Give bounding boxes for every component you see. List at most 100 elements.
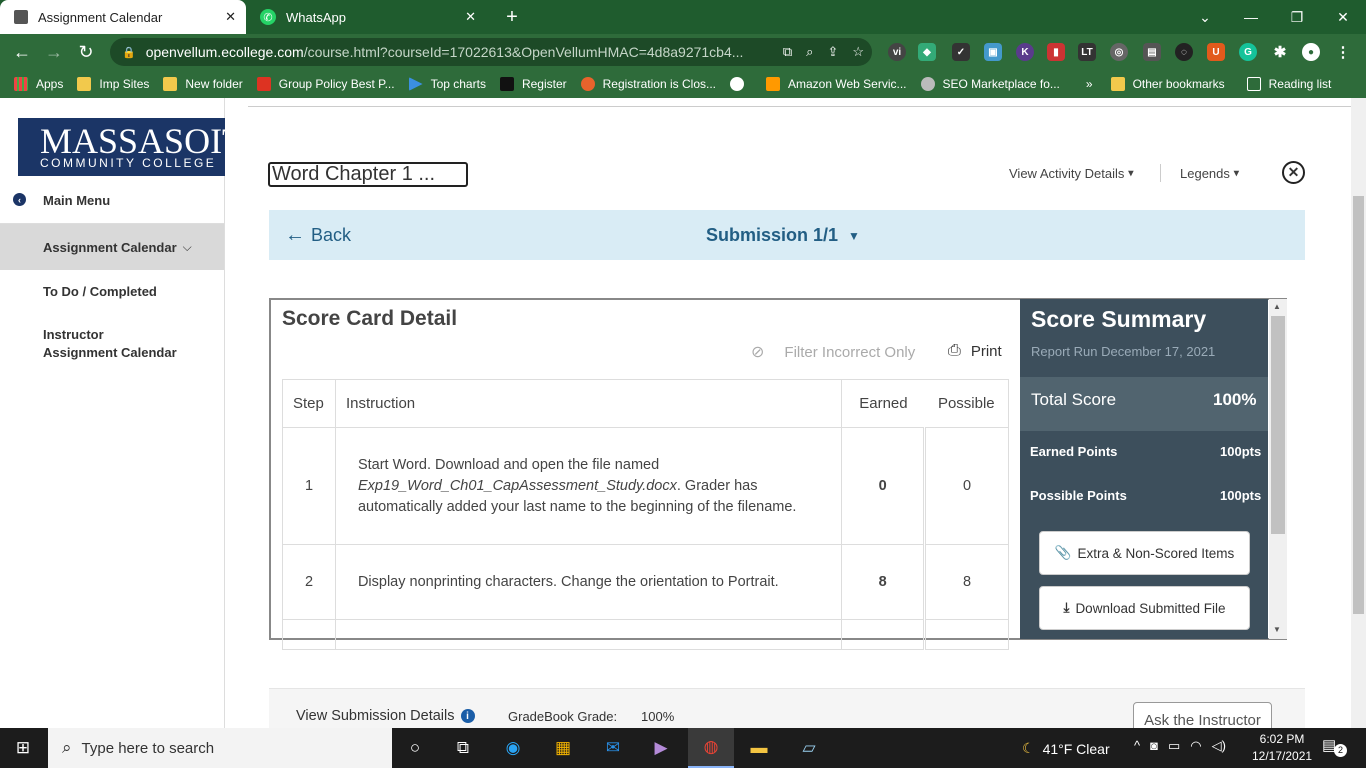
reload-icon[interactable]: ↻ xyxy=(70,36,102,68)
bookmarks-overflow[interactable]: » xyxy=(1086,77,1093,91)
print-button[interactable]: ⎙ Print xyxy=(948,342,1002,360)
wifi-icon[interactable]: ◠ xyxy=(1190,738,1201,754)
divider xyxy=(248,106,1351,107)
chrome-icon[interactable]: ◍ xyxy=(688,728,734,768)
minimize-icon[interactable]: — xyxy=(1228,0,1274,34)
back-arrow-icon[interactable]: ← xyxy=(6,36,38,68)
column-header-possible: Possible xyxy=(924,379,1009,428)
file-explorer-icon[interactable]: ▬ xyxy=(736,728,782,768)
instruction-cell: Display nonprinting characters. Change t… xyxy=(334,544,843,620)
meet-now-icon[interactable]: ◙ xyxy=(1150,738,1158,754)
sidebar-item-main-menu[interactable]: ‹ Main Menu xyxy=(0,178,224,224)
ask-instructor-button[interactable]: Ask the Instructor xyxy=(1133,702,1272,728)
view-submission-details-link[interactable]: View Submission Details i xyxy=(296,708,475,724)
close-tab-icon[interactable]: ✕ xyxy=(465,9,476,25)
tab-whatsapp[interactable]: ✆ WhatsApp ✕ xyxy=(246,0,486,34)
cortana-icon[interactable]: ○ xyxy=(392,728,438,768)
sidebar-item-todo-completed[interactable]: To Do / Completed xyxy=(0,270,224,312)
submission-selector[interactable]: Submission 1/1 ▼ xyxy=(706,225,860,246)
extensions-puzzle-icon[interactable]: ✱ xyxy=(1271,43,1289,61)
bookmark-register[interactable]: Register xyxy=(499,77,567,91)
edge-icon[interactable]: ◉ xyxy=(490,728,536,768)
bookmark-imp-sites[interactable]: Imp Sites xyxy=(77,77,149,91)
bookmark-star-icon[interactable]: ☆ xyxy=(852,44,864,60)
extension-vi-icon[interactable]: vi xyxy=(888,43,906,61)
zoom-icon[interactable]: ⌕ xyxy=(806,44,813,60)
bookmark-top-charts[interactable]: Top charts xyxy=(408,77,486,91)
extension-globe-icon[interactable]: ◎ xyxy=(1110,43,1128,61)
bookmark-seo[interactable]: SEO Marketplace fo... xyxy=(920,77,1060,91)
folder-icon xyxy=(1110,77,1125,91)
legends-link[interactable]: Legends ▾ xyxy=(1180,166,1239,181)
forward-arrow-icon[interactable]: → xyxy=(38,36,70,68)
weather-text: 41°F Clear xyxy=(1042,740,1110,757)
lock-icon: 🔒 xyxy=(122,46,136,59)
task-view-icon[interactable]: ⧉ xyxy=(440,728,486,768)
video-editor-icon[interactable]: ▶ xyxy=(638,728,684,768)
info-icon[interactable]: i xyxy=(460,709,475,723)
extra-non-scored-button[interactable]: 📎 Extra & Non-Scored Items xyxy=(1039,531,1250,575)
bookmark-aws[interactable]: Amazon Web Servic... xyxy=(766,77,907,91)
possible-cell: 8 xyxy=(924,544,1009,620)
close-icon[interactable]: ✕ xyxy=(1282,161,1305,184)
bookmark-group-policy[interactable]: Group Policy Best P... xyxy=(256,77,395,91)
popup-blocked-icon[interactable]: ⧉ xyxy=(783,44,792,60)
scroll-up-icon[interactable]: ▲ xyxy=(1273,302,1281,311)
mail-icon[interactable]: ✉ xyxy=(590,728,636,768)
profile-avatar-icon[interactable]: ● xyxy=(1302,43,1320,61)
bookmark-globe[interactable] xyxy=(730,77,752,91)
bookmark-registration[interactable]: Registration is Clos... xyxy=(580,77,716,91)
sidebar-item-assignment-calendar[interactable]: Assignment Calendar ⌵ xyxy=(0,224,224,270)
notes-app-icon[interactable]: ▱ xyxy=(786,728,832,768)
site-icon xyxy=(256,77,271,91)
extension-color-icon[interactable]: ◆ xyxy=(918,43,936,61)
extension-check-icon[interactable]: ✓ xyxy=(952,43,970,61)
tab-assignment-calendar[interactable]: Assignment Calendar ✕ xyxy=(0,0,246,34)
scroll-down-icon[interactable]: ▼ xyxy=(1273,625,1281,634)
weather-widget[interactable]: ☾ 41°F Clear xyxy=(1022,740,1110,757)
reading-list[interactable]: Reading list xyxy=(1246,77,1331,91)
taskbar-search[interactable]: ⌕ Type here to search xyxy=(48,728,392,768)
battery-icon[interactable]: ▭ xyxy=(1168,738,1180,754)
extension-u-icon[interactable]: U xyxy=(1207,43,1225,61)
view-activity-details-link[interactable]: View Activity Details ▾ xyxy=(1009,166,1133,181)
volume-icon[interactable]: ◁) xyxy=(1212,738,1226,754)
back-button[interactable]: ← Back xyxy=(285,224,351,247)
search-icon: ⌕ xyxy=(62,738,72,757)
new-tab-icon[interactable]: + xyxy=(500,5,524,29)
sidebar-item-instructor-calendar[interactable]: Instructor Assignment Calendar xyxy=(0,320,224,368)
extension-doc-icon[interactable]: ▤ xyxy=(1143,43,1161,61)
show-hidden-icons-icon[interactable]: ^ xyxy=(1134,738,1140,754)
notifications-icon[interactable]: ▤ 2 xyxy=(1322,736,1348,760)
score-summary-title: Score Summary xyxy=(1031,306,1207,332)
url-path: /course.html?courseId=17022613&OpenVellu… xyxy=(303,44,744,60)
clock[interactable]: 6:02 PM 12/17/2021 xyxy=(1252,731,1312,765)
extension-image-icon[interactable]: ▣ xyxy=(984,43,1002,61)
extension-grammarly-icon[interactable]: G xyxy=(1239,43,1257,61)
report-run-date: Report Run December 17, 2021 xyxy=(1031,344,1216,359)
bookmark-apps[interactable]: Apps xyxy=(14,77,63,91)
extension-k-icon[interactable]: K xyxy=(1016,43,1034,61)
page-scroll-thumb[interactable] xyxy=(1353,196,1364,614)
activity-title[interactable]: Word Chapter 1 ... xyxy=(268,162,468,187)
filter-incorrect-toggle[interactable]: ⊘ Filter Incorrect Only xyxy=(751,342,915,362)
download-submitted-file-button[interactable]: ⤓ Download Submitted File xyxy=(1039,586,1250,630)
close-window-icon[interactable]: ✕ xyxy=(1320,0,1366,34)
play-store-icon xyxy=(408,77,423,91)
bookmark-other[interactable]: Other bookmarks xyxy=(1110,77,1225,91)
store-icon[interactable]: ▦ xyxy=(540,728,586,768)
windows-start-icon[interactable]: ⊞ xyxy=(0,728,46,768)
overflow-chevron-icon: » xyxy=(1085,77,1093,91)
score-card-scroll-thumb[interactable] xyxy=(1271,316,1285,534)
arrow-left-icon: ← xyxy=(285,224,305,246)
close-tab-icon[interactable]: ✕ xyxy=(225,9,236,25)
restore-icon[interactable]: ❐ xyxy=(1274,0,1320,34)
chrome-menu-icon[interactable]: ⋮ xyxy=(1334,43,1352,61)
share-icon[interactable]: ⇪ xyxy=(827,44,838,60)
address-bar[interactable]: 🔒 openvellum.ecollege.com/course.html?co… xyxy=(110,38,872,66)
extension-lt-icon[interactable]: LT xyxy=(1078,43,1096,61)
extension-book-icon[interactable]: ▮ xyxy=(1047,43,1065,61)
tab-search-chevron-icon[interactable]: ⌄ xyxy=(1182,0,1228,34)
extension-circle-icon[interactable]: ◌ xyxy=(1175,43,1193,61)
bookmark-new-folder[interactable]: New folder xyxy=(163,77,243,91)
